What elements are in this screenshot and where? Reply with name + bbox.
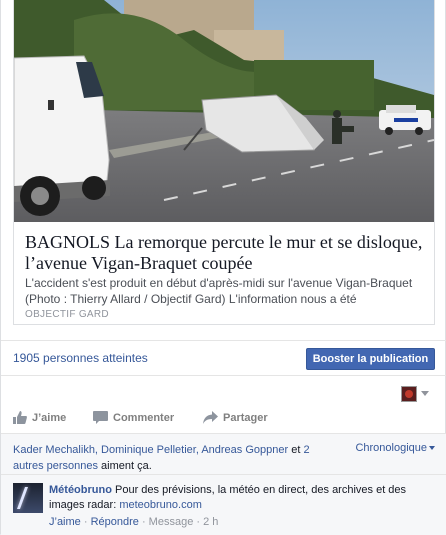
page-avatar xyxy=(401,386,417,402)
caret-down-icon xyxy=(429,446,435,451)
likes-and: et xyxy=(288,444,304,456)
sort-label: Chronologique xyxy=(355,442,427,454)
share-button[interactable]: Partager xyxy=(203,411,268,424)
comment-meta: J’aime · Répondre · Message · 2 h xyxy=(49,516,218,528)
comment-like-link[interactable]: J’aime xyxy=(49,516,81,528)
link-preview[interactable]: BAGNOLS La remorque percute le mur et se… xyxy=(13,0,435,325)
post-actions: J’aime Commenter Partager xyxy=(1,407,446,434)
article-title[interactable]: BAGNOLS La remorque percute le mur et se… xyxy=(25,232,425,274)
comment-button[interactable]: Commenter xyxy=(93,411,174,424)
comment-meta-sep2: · Message · xyxy=(138,516,204,528)
chevron-down-icon xyxy=(421,391,429,396)
likes-text: Kader Mechalikh, Dominique Pelletier, An… xyxy=(13,442,313,474)
commenter-avatar[interactable] xyxy=(13,483,43,513)
reach-bar: 1905 personnes atteintes Booster la publ… xyxy=(1,340,446,376)
comment-reply-link[interactable]: Répondre xyxy=(91,516,139,528)
comment-label: Commenter xyxy=(113,411,175,424)
share-label: Partager xyxy=(223,411,268,424)
comment-item: Météobruno Pour des prévisions, la météo… xyxy=(1,474,446,535)
likes-summary: Kader Mechalikh, Dominique Pelletier, An… xyxy=(1,434,446,474)
comment-link[interactable]: meteobruno.com xyxy=(119,499,202,511)
like-label: J’aime xyxy=(32,411,67,424)
comment-meta-sep1: · xyxy=(80,516,91,528)
comment-body: Météobruno Pour des prévisions, la météo… xyxy=(49,483,429,513)
comment-timestamp[interactable]: 2 h xyxy=(203,516,218,528)
likers-names[interactable]: Kader Mechalikh, Dominique Pelletier, An… xyxy=(13,444,288,456)
post-card: BAGNOLS La remorque percute le mur et se… xyxy=(0,0,446,535)
comment-sort-dropdown[interactable]: Chronologique xyxy=(355,442,435,454)
thumbs-up-icon xyxy=(13,411,27,424)
reach-count[interactable]: 1905 personnes atteintes xyxy=(13,351,148,365)
article-photo[interactable] xyxy=(14,0,434,222)
likes-suffix: aiment ça. xyxy=(98,460,152,472)
share-arrow-icon xyxy=(203,411,218,424)
article-source: OBJECTIF GARD xyxy=(25,309,109,320)
article-description: L'accident s'est produit en début d'aprè… xyxy=(25,276,413,306)
comment-icon xyxy=(93,411,108,424)
like-button[interactable]: J’aime xyxy=(13,411,66,424)
identity-switcher[interactable] xyxy=(401,386,435,402)
commenter-name[interactable]: Météobruno xyxy=(49,484,112,496)
article-photo-image xyxy=(14,0,434,222)
boost-post-button[interactable]: Booster la publication xyxy=(306,348,435,370)
